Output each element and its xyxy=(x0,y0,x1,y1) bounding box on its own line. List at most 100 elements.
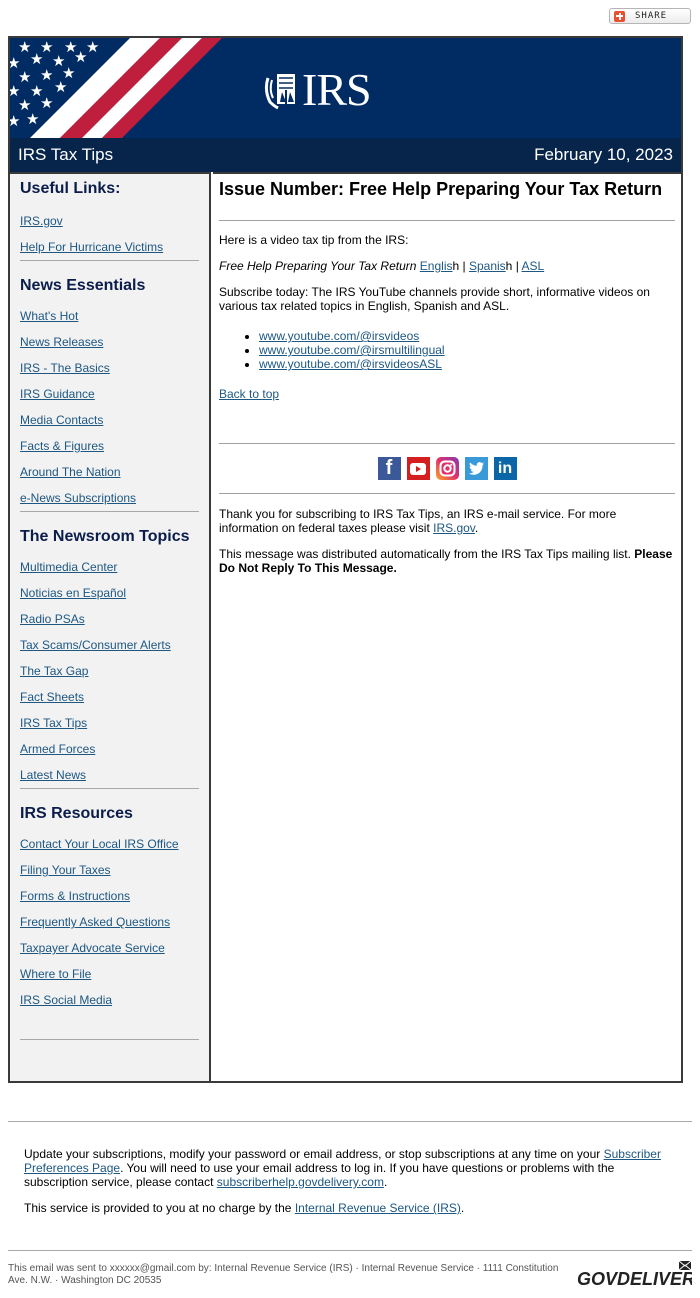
service-notice: This service is provided to you at no ch… xyxy=(24,1201,674,1215)
sidebar-divider xyxy=(20,788,199,789)
email-frame: ★ ★ ★ ★ ★ ★ ★ ★ ★ ★ ★ ★ ★ ★ ★ ★ ★ ★ IRS IRS Tax Tips xyxy=(8,36,683,1083)
youtube-links-list: www.youtube.com/@irsvideos www.youtube.c… xyxy=(219,329,675,371)
main-content: Issue Number: Free Help Preparing Your T… xyxy=(213,172,681,1081)
list-item: www.youtube.com/@irsvideosASL xyxy=(259,357,675,371)
period: . xyxy=(474,521,479,535)
svg-text:★: ★ xyxy=(26,110,39,128)
youtube-link-irsvideos[interactable]: www.youtube.com/@irsvideos xyxy=(259,329,419,343)
sidebar: Useful Links: IRS.gov Help For Hurricane… xyxy=(10,172,211,1081)
social-icons: f in xyxy=(219,457,675,480)
share-button[interactable]: SHARE xyxy=(609,8,691,24)
newsletter-titlebar: IRS Tax Tips February 10, 2023 xyxy=(10,138,681,172)
content-divider xyxy=(219,493,675,494)
footer-divider xyxy=(8,1250,692,1251)
govdelivery-logo-text: GOVDELIVERY xyxy=(577,1269,692,1289)
svg-text:★: ★ xyxy=(10,112,20,130)
video-title: Free Help Preparing Your Tax Return xyxy=(219,259,417,273)
sidebar-divider xyxy=(20,511,199,512)
auto-message: This message was distributed automatical… xyxy=(219,547,675,575)
separator: | xyxy=(459,259,469,273)
svg-text:★: ★ xyxy=(74,48,87,66)
sidebar-link-irs-gov[interactable]: IRS.gov xyxy=(20,214,199,240)
sidebar-link-multimedia-center[interactable]: Multimedia Center xyxy=(20,560,199,586)
irs-eagle-seal-icon xyxy=(264,74,295,110)
newsletter-title: IRS Tax Tips xyxy=(18,145,114,164)
content-divider xyxy=(219,220,675,221)
content-divider xyxy=(219,443,675,444)
intro-text: Here is a video tax tip from the IRS: xyxy=(219,233,409,247)
auto-message-text: This message was distributed automatical… xyxy=(219,547,635,561)
video-link-spanish[interactable]: Spanis xyxy=(469,259,506,273)
back-to-top-link[interactable]: Back to top xyxy=(219,387,279,401)
update-text: Update your subscriptions, modify your p… xyxy=(24,1147,604,1161)
svg-text:★: ★ xyxy=(54,78,67,96)
sidebar-link-irs-tax-tips[interactable]: IRS Tax Tips xyxy=(20,716,199,742)
irs-logo-text: IRS xyxy=(302,64,372,115)
irs-website-link[interactable]: Internal Revenue Service (IRS) xyxy=(295,1201,461,1215)
sidebar-link-noticias-espanol[interactable]: Noticias en Español xyxy=(20,586,199,612)
sidebar-divider xyxy=(20,260,199,261)
sidebar-link-irs-social-media[interactable]: IRS Social Media xyxy=(20,993,199,1019)
sidebar-link-irs-guidance[interactable]: IRS Guidance xyxy=(20,387,199,413)
facebook-icon[interactable]: f xyxy=(377,457,401,480)
sidebar-link-fact-sheets[interactable]: Fact Sheets xyxy=(20,690,199,716)
sidebar-link-taxpayer-advocate[interactable]: Taxpayer Advocate Service xyxy=(20,941,199,967)
youtube-link-irsmultilingual[interactable]: www.youtube.com/@irsmultilingual xyxy=(259,343,445,357)
youtube-link-irsvideosasl[interactable]: www.youtube.com/@irsvideosASL xyxy=(259,357,442,371)
sidebar-link-forms-instructions[interactable]: Forms & Instructions xyxy=(20,889,199,915)
subscribe-text: Subscribe today: The IRS YouTube channel… xyxy=(219,285,650,313)
sidebar-link-tax-gap[interactable]: The Tax Gap xyxy=(20,664,199,690)
instagram-icon[interactable] xyxy=(435,457,459,480)
envelope-icon xyxy=(678,1260,692,1271)
video-link-asl[interactable]: ASL xyxy=(521,259,544,273)
sender-info: This email was sent to xxxxxx@gmail.com … xyxy=(8,1263,559,1286)
sidebar-link-tax-scams[interactable]: Tax Scams/Consumer Alerts xyxy=(20,638,199,664)
sidebar-link-contact-local-office[interactable]: Contact Your Local IRS Office xyxy=(20,837,199,863)
sidebar-link-around-nation[interactable]: Around The Nation xyxy=(20,465,199,491)
american-flag-graphic: ★ ★ ★ ★ ★ ★ ★ ★ ★ ★ ★ ★ ★ ★ ★ ★ ★ ★ xyxy=(10,38,222,138)
irs-banner: ★ ★ ★ ★ ★ ★ ★ ★ ★ ★ ★ ★ ★ ★ ★ ★ ★ ★ IRS xyxy=(10,38,681,138)
youtube-icon[interactable] xyxy=(406,457,430,480)
list-item: www.youtube.com/@irsmultilingual xyxy=(259,343,675,357)
govdelivery-logo[interactable]: GOVDELIVERY xyxy=(577,1259,700,1291)
plus-icon xyxy=(614,10,625,22)
linkedin-icon[interactable]: in xyxy=(493,457,517,480)
svg-text:★: ★ xyxy=(86,38,99,56)
svg-text:★: ★ xyxy=(40,94,53,112)
sidebar-link-where-to-file[interactable]: Where to File xyxy=(20,967,199,993)
sidebar-divider xyxy=(20,1039,199,1040)
issue-title: Issue Number: Free Help Preparing Your T… xyxy=(219,179,663,199)
sidebar-heading-irs-resources: IRS Resources xyxy=(20,805,133,822)
service-text: This service is provided to you at no ch… xyxy=(24,1201,295,1215)
subscriber-help-link[interactable]: subscriberhelp.govdelivery.com xyxy=(217,1175,384,1189)
sidebar-heading-newsroom-topics: The Newsroom Topics xyxy=(20,528,190,545)
video-line: Free Help Preparing Your Tax Return Engl… xyxy=(219,259,675,273)
sidebar-link-faq[interactable]: Frequently Asked Questions xyxy=(20,915,199,941)
twitter-icon[interactable] xyxy=(464,457,488,480)
footer-divider xyxy=(8,1121,692,1122)
irs-logo: IRS xyxy=(264,64,372,115)
sidebar-link-facts-figures[interactable]: Facts & Figures xyxy=(20,439,199,465)
sidebar-link-filing-taxes[interactable]: Filing Your Taxes xyxy=(20,863,199,889)
video-link-english[interactable]: Englis xyxy=(420,259,453,273)
sidebar-heading-useful-links: Useful Links: xyxy=(20,180,121,197)
period: . xyxy=(460,1201,465,1215)
list-item: www.youtube.com/@irsvideos xyxy=(259,329,675,343)
thanks-text-body: Thank you for subscribing to IRS Tax Tip… xyxy=(219,507,617,535)
irs-gov-link[interactable]: IRS.gov xyxy=(433,521,475,535)
sidebar-link-radio-psas[interactable]: Radio PSAs xyxy=(20,612,199,638)
sidebar-link-irs-basics[interactable]: IRS - The Basics xyxy=(20,361,199,387)
issue-date: February 10, 2023 xyxy=(534,145,673,164)
sidebar-link-news-releases[interactable]: News Releases xyxy=(20,335,199,361)
share-label: SHARE xyxy=(635,11,668,21)
sidebar-link-latest-news[interactable]: Latest News xyxy=(20,768,199,794)
subscription-notice: Update your subscriptions, modify your p… xyxy=(24,1147,674,1189)
sidebar-link-hurricane-victims[interactable]: Help For Hurricane Victims xyxy=(20,240,199,266)
period: . xyxy=(383,1175,388,1189)
sidebar-link-armed-forces[interactable]: Armed Forces xyxy=(20,742,199,768)
sidebar-link-media-contacts[interactable]: Media Contacts xyxy=(20,413,199,439)
sidebar-heading-news-essentials: News Essentials xyxy=(20,277,146,294)
sidebar-link-whats-hot[interactable]: What's Hot xyxy=(20,309,199,335)
thanks-text: Thank you for subscribing to IRS Tax Tip… xyxy=(219,507,675,535)
sidebar-link-enews-subscriptions[interactable]: e-News Subscriptions xyxy=(20,491,199,517)
